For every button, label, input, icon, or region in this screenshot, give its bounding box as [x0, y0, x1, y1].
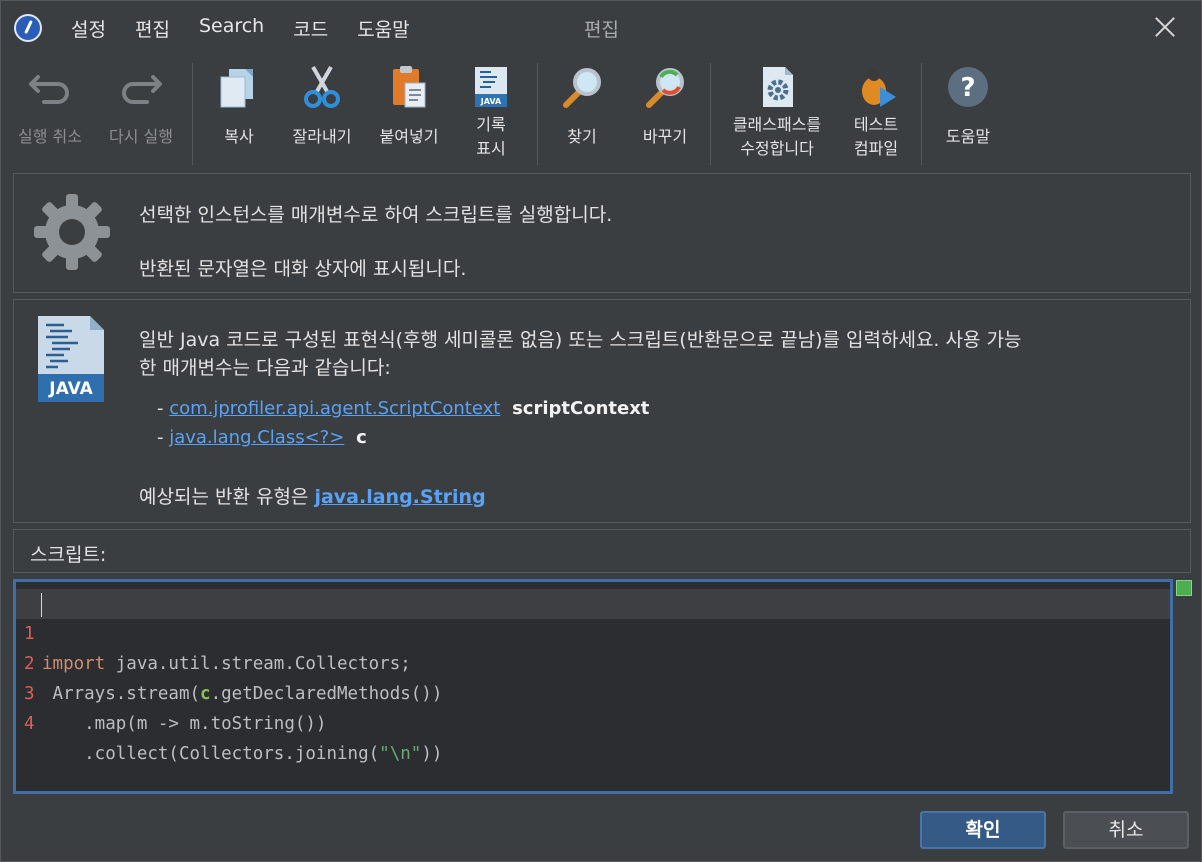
menu-settings[interactable]: 설정 — [71, 15, 106, 42]
java-file-icon: JAVA — [467, 63, 515, 111]
app-logo-icon — [14, 14, 42, 42]
toolbar-separator — [537, 63, 538, 165]
title-bar: 설정 편집 Search 코드 도움말 편집 — [1, 1, 1201, 53]
copy-icon — [215, 63, 263, 111]
paste-button[interactable]: 붙여넣기 — [369, 57, 449, 149]
desc-line-1: 일반 Java 코드로 구성된 표현식(후행 세미콜론 없음) 또는 스크립트(… — [139, 329, 1022, 351]
param-name: scriptContext — [512, 398, 650, 419]
copy-label: 복사 — [224, 127, 254, 146]
help-question-icon: ? — [944, 63, 992, 111]
test-compile-button[interactable]: 테스트 컴파일 — [843, 57, 909, 161]
svg-text:JAVA: JAVA — [480, 97, 502, 106]
param-item: - java.lang.Class<?> c — [157, 427, 367, 448]
close-icon[interactable] — [1153, 15, 1177, 39]
menu-search[interactable]: Search — [199, 15, 264, 42]
code-text: .collect(Collectors.joining("\n")) — [42, 739, 442, 769]
find-label: 찾기 — [567, 127, 597, 146]
status-indicator — [1176, 580, 1192, 596]
desc-line-2: 한 매개변수는 다음과 같습니다: — [139, 357, 391, 379]
param-type-link[interactable]: com.jprofiler.api.agent.ScriptContext — [169, 398, 500, 419]
redo-icon — [117, 63, 165, 111]
menu-code[interactable]: 코드 — [293, 15, 328, 42]
script-label-panel: 스크립트: — [13, 529, 1191, 573]
help-label: 도움말 — [945, 127, 991, 146]
param-name: c — [356, 427, 367, 448]
line-number: 4 — [24, 714, 35, 734]
toolbar-separator — [921, 63, 922, 165]
description-panel: JAVA 일반 Java 코드로 구성된 표현식(후행 세미콜론 없음) 또는 … — [13, 299, 1191, 523]
return-type-prefix: 예상되는 반환 유형은 — [139, 486, 309, 508]
code-post: )) — [421, 744, 443, 764]
info-line-1: 선택한 인스턴스를 매개변수로 하여 스크립트를 실행합니다. — [139, 204, 613, 226]
svg-text:?: ? — [960, 73, 975, 103]
window-title: 편집 — [584, 19, 619, 41]
param-bullet: - — [157, 398, 170, 419]
code-line: 2 Arrays.stream(c.getDeclaredMethods()) — [16, 619, 1170, 704]
java-icon: JAVA — [38, 316, 104, 402]
code-line: 1 import java.util.stream.Collectors; — [16, 589, 1170, 674]
param-bullet: - — [157, 427, 170, 448]
param-type-link[interactable]: java.lang.Class<?> — [169, 427, 344, 448]
param-item: - com.jprofiler.api.agent.ScriptContext … — [157, 398, 649, 419]
undo-label: 실행 취소 — [18, 127, 82, 146]
code-pre: .collect(Collectors.joining( — [42, 744, 380, 764]
code-line: 4 .collect(Collectors.joining("\n")) — [16, 679, 1170, 764]
redo-button[interactable]: 다시 실행 — [99, 57, 183, 149]
java-icon-label: JAVA — [48, 379, 93, 399]
redo-label: 다시 실행 — [109, 127, 173, 146]
script-editor[interactable]: 1 import java.util.stream.Collectors; 2 … — [13, 579, 1173, 794]
info-panel: 선택한 인스턴스를 매개변수로 하여 스크립트를 실행합니다. 반환된 문자열은… — [13, 173, 1191, 293]
code-line: 3 .map(m -> m.toString()) — [16, 649, 1170, 734]
show-history-label: 기록 표시 — [476, 115, 506, 158]
string-literal: "\n" — [379, 744, 422, 764]
edit-classpath-button[interactable]: 클래스패스를 수정합니다 — [719, 57, 835, 161]
gear-icon — [30, 190, 114, 274]
return-type-link[interactable]: java.lang.String — [314, 486, 485, 508]
return-type-line: 예상되는 반환 유형은 java.lang.String — [139, 482, 486, 509]
scissors-icon — [298, 63, 346, 111]
menu-help[interactable]: 도움말 — [357, 15, 409, 42]
classpath-gear-icon — [753, 63, 801, 111]
edit-classpath-label: 클래스패스를 수정합니다 — [732, 115, 822, 158]
magnifier-icon — [558, 63, 606, 111]
undo-button[interactable]: 실행 취소 — [7, 57, 93, 149]
cancel-button[interactable]: 취소 — [1063, 811, 1189, 849]
copy-button[interactable]: 복사 — [203, 57, 275, 149]
replace-label: 바꾸기 — [642, 127, 688, 146]
replace-button[interactable]: 바꾸기 — [627, 57, 703, 149]
menu-edit[interactable]: 편집 — [135, 15, 170, 42]
paste-icon — [385, 63, 433, 111]
menu-bar: 설정 편집 Search 코드 도움말 — [71, 15, 439, 42]
cut-label: 잘라내기 — [292, 127, 352, 146]
replace-icon — [641, 63, 689, 111]
bug-icon — [852, 63, 900, 111]
info-line-2: 반환된 문자열은 대화 상자에 표시됩니다. — [139, 258, 467, 280]
show-history-button[interactable]: JAVA 기록 표시 — [459, 57, 523, 161]
cut-button[interactable]: 잘라내기 — [283, 57, 361, 149]
undo-icon — [26, 63, 74, 111]
paste-label: 붙여넣기 — [379, 127, 439, 146]
toolbar-separator — [710, 63, 711, 165]
toolbar-separator — [192, 63, 193, 165]
code-text: .map(m -> m.toString()) — [42, 714, 327, 734]
find-button[interactable]: 찾기 — [549, 57, 615, 149]
text-caret — [41, 593, 42, 617]
ok-button[interactable]: 확인 — [920, 811, 1046, 849]
script-dialog: 설정 편집 Search 코드 도움말 편집 실행 취소 다시 실행 복사 잘라… — [0, 0, 1202, 862]
test-compile-label: 테스트 컴파일 — [853, 115, 899, 158]
script-label: 스크립트: — [30, 544, 107, 566]
toolbar: 실행 취소 다시 실행 복사 잘라내기 붙여넣기 JAVA 기록 표시 찾기 바… — [1, 57, 1201, 169]
help-button[interactable]: ? 도움말 — [935, 57, 1001, 149]
